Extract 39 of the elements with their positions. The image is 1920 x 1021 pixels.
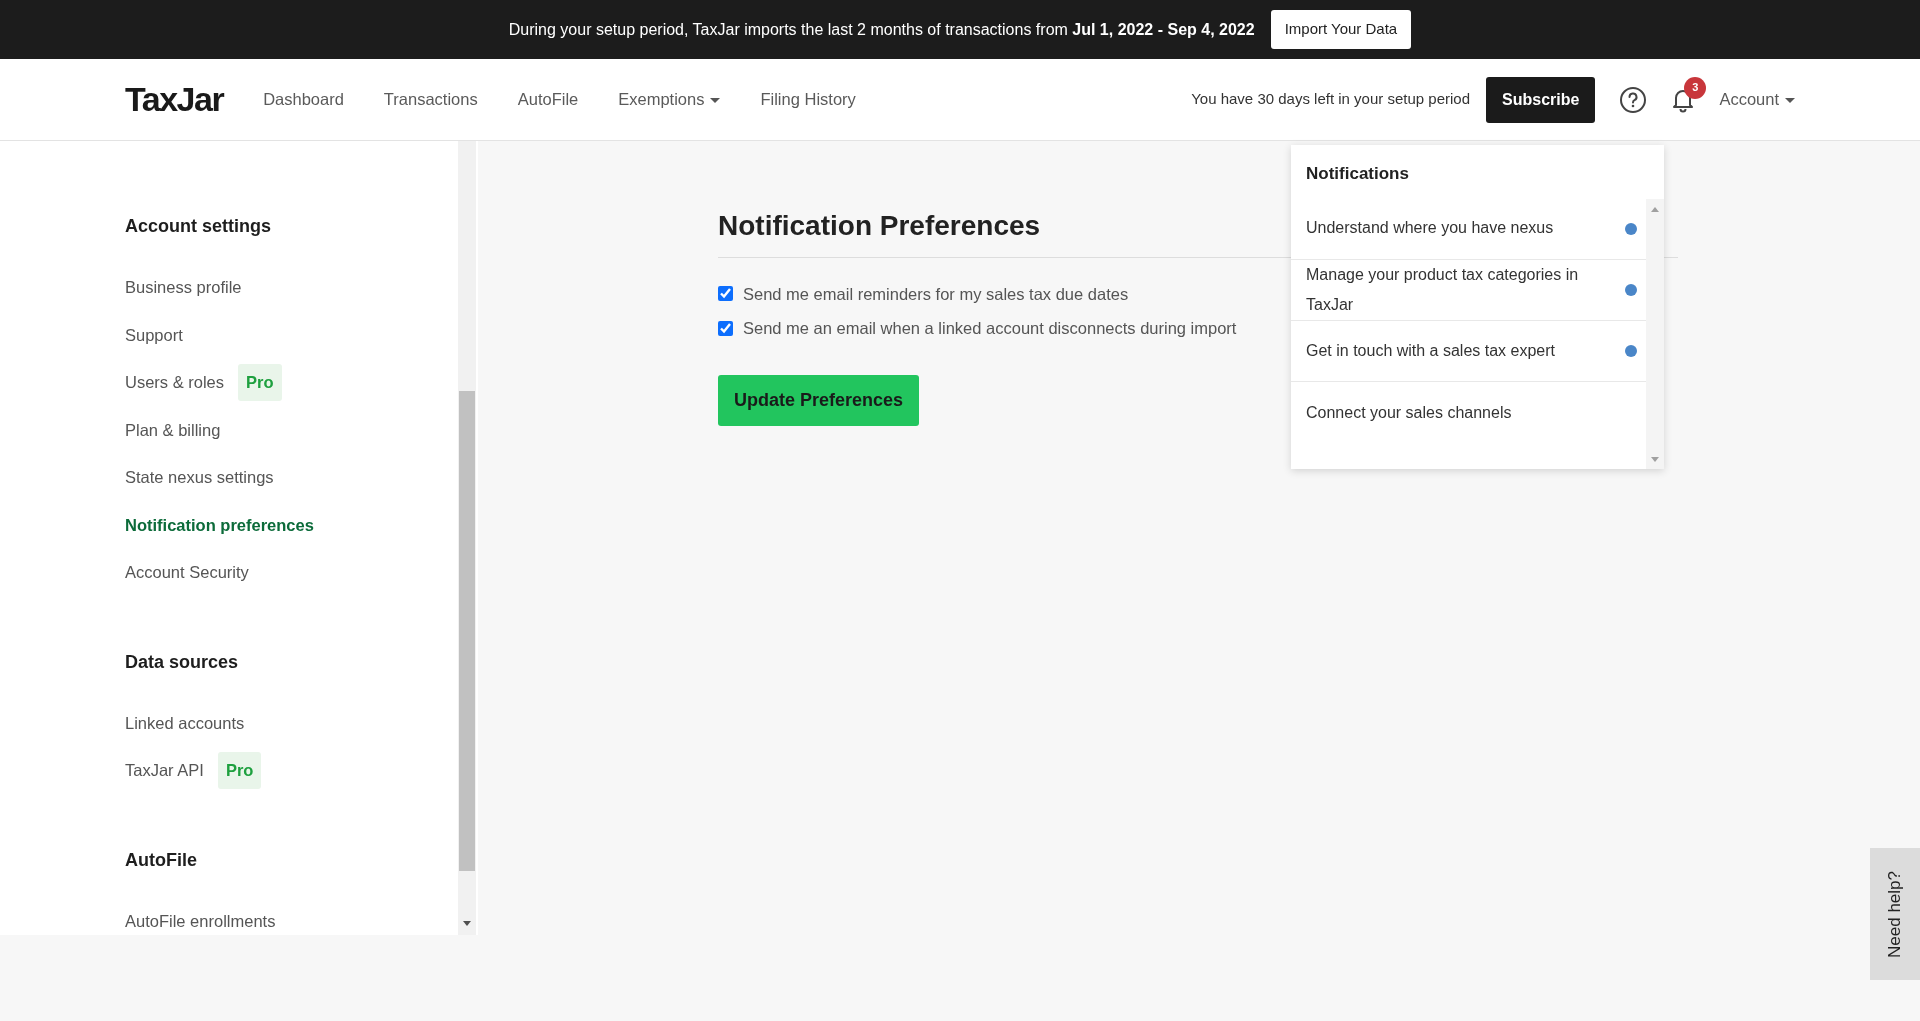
pro-badge: Pro	[238, 364, 282, 402]
section-heading: Data sources	[125, 650, 240, 674]
sidebar-link[interactable]: Business profile	[125, 264, 242, 312]
import-data-button[interactable]: Import Your Data	[1270, 10, 1412, 49]
need-help-tab[interactable]: Need help?	[1870, 848, 1920, 980]
notification-count: 3	[1684, 76, 1707, 99]
caret-icon	[1785, 98, 1795, 104]
subscribe-button[interactable]: Subscribe	[1486, 76, 1596, 123]
scrollbar[interactable]	[1646, 198, 1664, 469]
panel-title: Notifications	[1305, 163, 1410, 185]
checkbox-label: Send me an email when a linked account disconnects during import	[743, 318, 1237, 340]
notification-item[interactable]: Connect your sales channels	[1291, 382, 1646, 444]
logo[interactable]: TaxJar	[125, 74, 224, 125]
banner-text: During your setup period, TaxJar imports the last 2 months of transactions from Jul 1, 2022 - Sep 4, 2022	[508, 19, 1255, 40]
help-icon[interactable]	[1619, 85, 1648, 114]
checkbox[interactable]	[718, 286, 733, 302]
update-preferences-button[interactable]: Update Preferences	[718, 375, 920, 427]
account-menu[interactable]: Account	[1719, 87, 1795, 112]
section-heading: Account settings	[125, 215, 272, 238]
sidebar-link[interactable]: State nexus settings	[125, 454, 274, 502]
sidebar-link[interactable]: Plan & billing	[125, 406, 221, 454]
checkbox-label: Send me email reminders for my sales tax due dates	[743, 283, 1129, 305]
scrollbar[interactable]	[458, 141, 476, 935]
sidebar-link[interactable]: Users & roles	[125, 359, 225, 407]
nav-link[interactable]: Filing History	[760, 87, 856, 112]
sidebar-link[interactable]: Notification preferences	[125, 501, 314, 549]
sidebar-link[interactable]: Account Security	[125, 549, 249, 597]
sidebar-link[interactable]: Linked accounts	[125, 699, 245, 747]
section-heading: AutoFile	[125, 848, 198, 872]
checkbox[interactable]	[718, 321, 733, 337]
nav-link[interactable]: Exemptions	[618, 87, 721, 112]
sidebar-link[interactable]: AutoFile enrollments	[125, 897, 276, 945]
sidebar-link[interactable]: TaxJar API	[125, 747, 204, 795]
pro-badge: Pro	[217, 752, 262, 790]
setup-notice: You have 30 days left in your setup period	[1191, 89, 1470, 110]
nav-link[interactable]: AutoFile	[517, 87, 579, 112]
sidebar-link[interactable]: Support	[125, 311, 183, 359]
nav-link[interactable]: Dashboard	[263, 87, 344, 112]
nav-link[interactable]: Transactions	[383, 87, 478, 112]
